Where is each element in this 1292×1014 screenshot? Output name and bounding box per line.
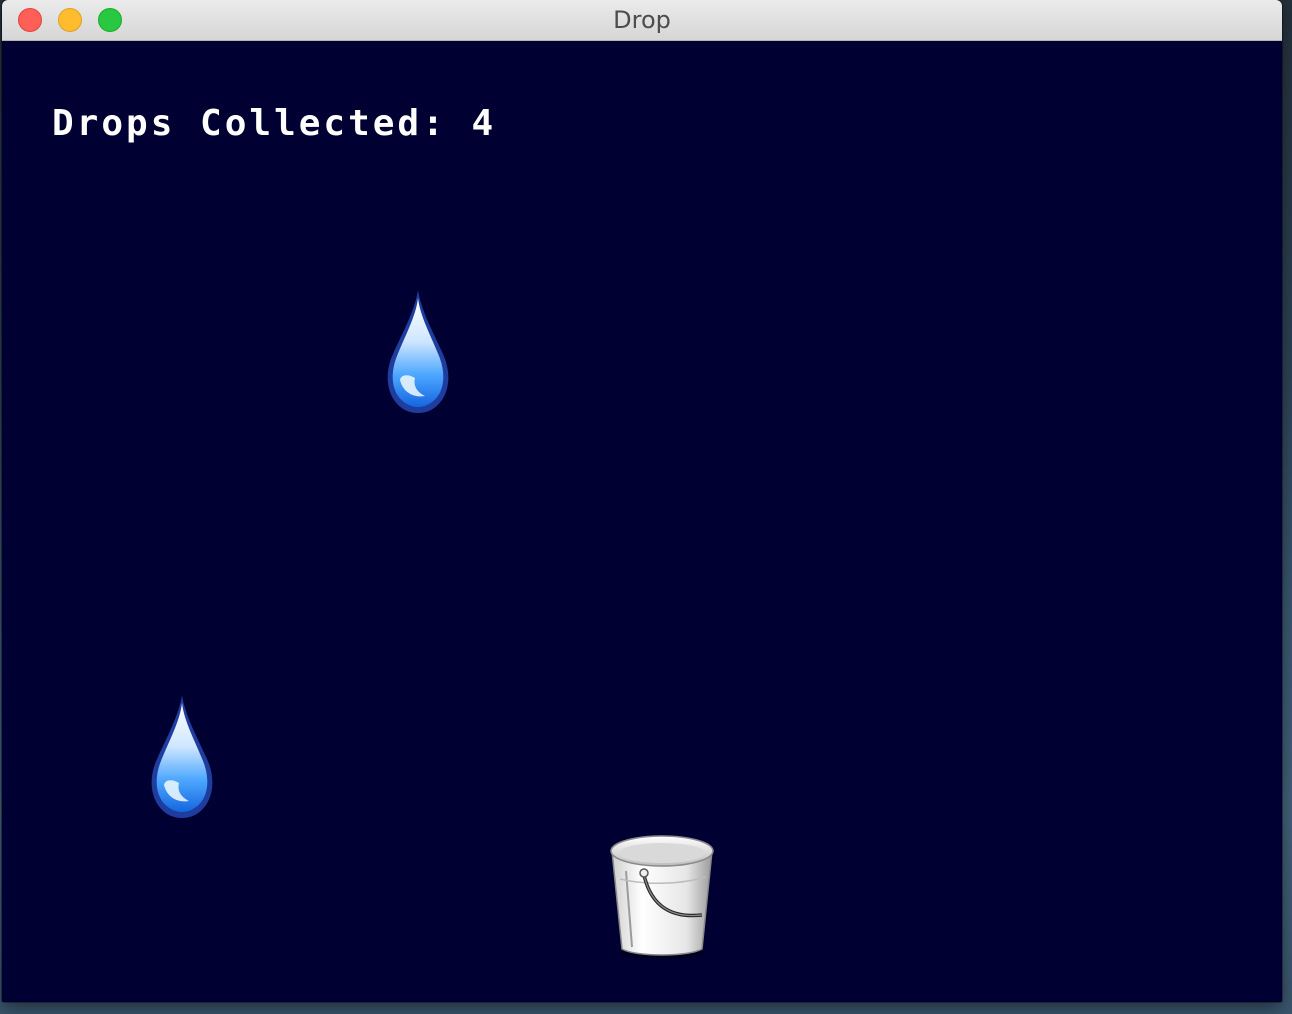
- drops-collected-counter: Drops Collected: 4: [52, 103, 497, 144]
- window-title: Drop: [613, 6, 671, 34]
- bucket-icon: [610, 835, 714, 959]
- game-canvas[interactable]: Drops Collected: 4: [2, 41, 1282, 1002]
- game-window[interactable]: Drop Drops Collected: 4: [2, 0, 1282, 1002]
- raindrop-icon: [387, 290, 449, 413]
- raindrop-icon: [151, 695, 213, 818]
- title-bar[interactable]: Drop: [2, 0, 1282, 41]
